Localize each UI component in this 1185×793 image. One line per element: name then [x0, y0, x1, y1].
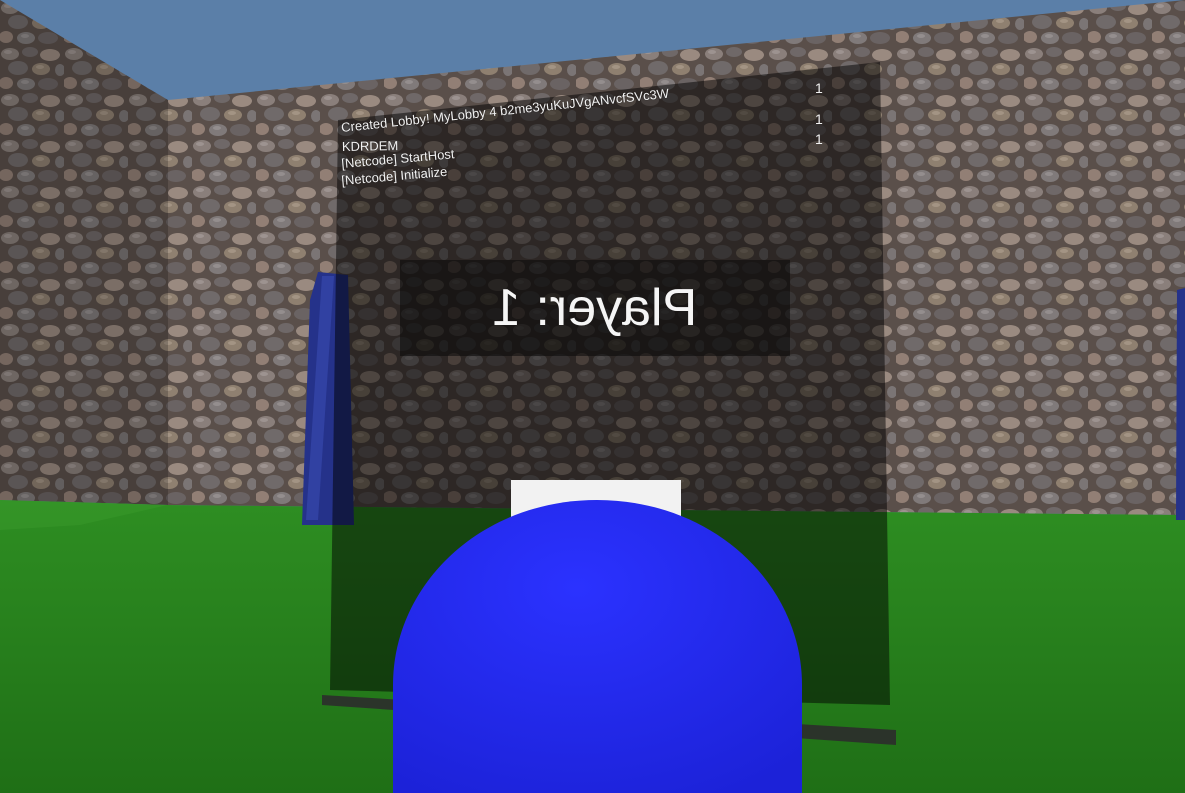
log-count-1: 1 — [815, 80, 823, 96]
player-banner: Player: 1 — [400, 260, 790, 356]
pillar-right — [1176, 288, 1185, 520]
player-label: Player: 1 — [492, 279, 698, 337]
log-count-3: 1 — [815, 131, 823, 147]
log-count-2: 1 — [815, 111, 823, 127]
game-viewport — [0, 0, 1185, 793]
